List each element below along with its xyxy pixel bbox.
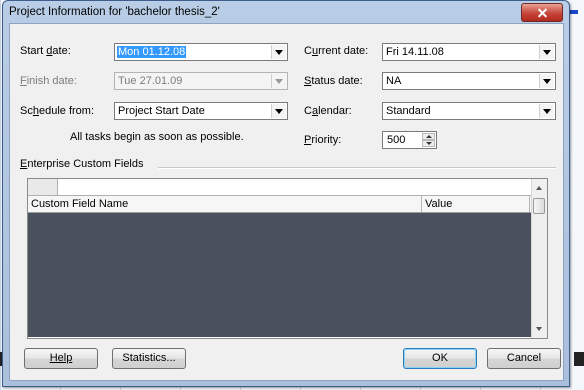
schedule-from-dropdown[interactable]: Project Start Date	[114, 102, 288, 120]
schedule-note: All tasks begin as soon as possible.	[70, 131, 244, 143]
dialog-body: Start date: Mon 01.12.08 Finish date: Tu…	[9, 23, 564, 381]
finish-date-value: Tue 27.01.09	[118, 75, 183, 87]
help-button[interactable]: Help	[24, 348, 98, 369]
status-date-label: Status date:	[304, 75, 363, 87]
scroll-down-icon[interactable]	[532, 322, 547, 337]
spin-up-icon[interactable]	[422, 133, 435, 140]
start-date-value: Mon 01.12.08	[117, 46, 187, 58]
current-date-label: Current date:	[304, 45, 369, 57]
title-bar[interactable]: Project Information for 'bachelor thesis…	[3, 1, 569, 23]
priority-label: Priority:	[304, 134, 342, 146]
calendar-dropdown[interactable]: Standard	[382, 102, 556, 120]
statistics-button[interactable]: Statistics...	[112, 348, 186, 369]
grid-edit-bar[interactable]	[28, 179, 545, 196]
project-information-dialog: Project Information for 'bachelor thesis…	[2, 0, 570, 387]
status-date-value: NA	[386, 75, 402, 87]
calendar-value: Standard	[386, 105, 431, 117]
chevron-down-icon	[271, 74, 286, 88]
close-button[interactable]	[521, 3, 563, 22]
schedule-from-value: Project Start Date	[118, 105, 205, 117]
chevron-down-icon[interactable]	[271, 45, 286, 59]
ok-button[interactable]: OK	[403, 348, 477, 369]
schedule-from-label: Schedule from:	[20, 105, 94, 117]
chevron-down-icon[interactable]	[539, 74, 554, 88]
dialog-title: Project Information for 'bachelor thesis…	[9, 6, 220, 18]
section-divider	[158, 167, 556, 169]
enterprise-custom-fields-label: Enterprise Custom Fields	[20, 158, 144, 170]
finish-date-label: Finish date:	[20, 75, 77, 87]
scroll-up-icon[interactable]	[532, 180, 547, 195]
scroll-thumb[interactable]	[533, 198, 545, 214]
start-date-dropdown[interactable]: Mon 01.12.08	[114, 43, 288, 61]
background-divider-bar	[574, 352, 584, 366]
current-date-dropdown[interactable]: Fri 14.11.08	[382, 43, 556, 61]
column-header-value[interactable]: Value	[422, 196, 530, 212]
chevron-down-icon[interactable]	[539, 45, 554, 59]
finish-date-dropdown: Tue 27.01.09	[114, 72, 288, 90]
priority-stepper[interactable]: 500	[382, 131, 437, 149]
grid-empty-area	[28, 213, 545, 337]
cancel-button[interactable]: Cancel	[487, 348, 561, 369]
start-date-label: Start date:	[20, 45, 71, 57]
priority-value: 500	[387, 134, 406, 146]
grid-vertical-scrollbar[interactable]	[531, 179, 547, 338]
column-header-custom-field-name[interactable]: Custom Field Name	[28, 196, 422, 212]
grid-header: Custom Field Name Value	[28, 196, 545, 213]
calendar-label: Calendar:	[304, 105, 352, 117]
spin-down-icon[interactable]	[422, 140, 435, 147]
current-date-value: Fri 14.11.08	[386, 46, 444, 58]
chevron-down-icon[interactable]	[271, 104, 286, 118]
grid-corner	[28, 179, 58, 195]
custom-fields-grid[interactable]: Custom Field Name Value	[27, 178, 548, 339]
chevron-down-icon[interactable]	[539, 104, 554, 118]
status-date-dropdown[interactable]: NA	[382, 72, 556, 90]
